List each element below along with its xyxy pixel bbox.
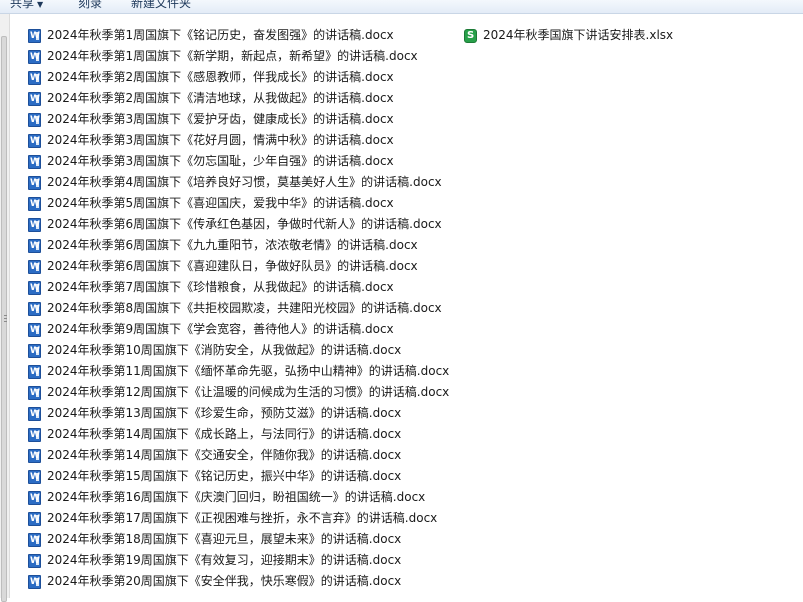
- word-doc-icon: [28, 259, 41, 274]
- excel-sheet-icon: [464, 28, 477, 43]
- word-doc-icon: [28, 364, 41, 379]
- word-doc-icon: [28, 196, 41, 211]
- file-name: 2024年秋季第6周国旗下《九九重阳节，浓浓敬老情》的讲话稿.docx: [47, 238, 418, 252]
- file-item[interactable]: 2024年秋季第14周国旗下《成长路上，与法同行》的讲话稿.docx: [28, 424, 449, 445]
- file-name: 2024年秋季第1周国旗下《铭记历史，奋发图强》的讲话稿.docx: [47, 28, 394, 42]
- file-item[interactable]: 2024年秋季第6周国旗下《九九重阳节，浓浓敬老情》的讲话稿.docx: [28, 235, 449, 256]
- file-item[interactable]: 2024年秋季第14周国旗下《交通安全，伴随你我》的讲话稿.docx: [28, 445, 449, 466]
- word-doc-icon: [28, 217, 41, 232]
- file-item[interactable]: 2024年秋季第3周国旗下《勿忘国耻，少年自强》的讲话稿.docx: [28, 151, 449, 172]
- file-item[interactable]: 2024年秋季国旗下讲话安排表.xlsx: [464, 25, 673, 46]
- new-folder-button[interactable]: 新建文件夹: [131, 0, 191, 12]
- word-doc-icon: [28, 343, 41, 358]
- command-bar: 共享 ▼ 刻录 新建文件夹: [0, 0, 803, 14]
- word-doc-icon: [28, 49, 41, 64]
- file-name: 2024年秋季第19周国旗下《有效复习，迎接期末》的讲话稿.docx: [47, 553, 402, 567]
- file-item[interactable]: 2024年秋季第20周国旗下《安全伴我，快乐寒假》的讲话稿.docx: [28, 571, 449, 592]
- file-name: 2024年秋季第10周国旗下《消防安全，从我做起》的讲话稿.docx: [47, 343, 402, 357]
- file-name: 2024年秋季第7周国旗下《珍惜粮食，从我做起》的讲话稿.docx: [47, 280, 394, 294]
- file-name: 2024年秋季第11周国旗下《缅怀革命先驱，弘扬中山精神》的讲话稿.docx: [47, 364, 450, 378]
- file-name: 2024年秋季第14周国旗下《成长路上，与法同行》的讲话稿.docx: [47, 427, 402, 441]
- share-label: 共享: [10, 0, 35, 10]
- file-name: 2024年秋季第18周国旗下《喜迎元旦，展望未来》的讲话稿.docx: [47, 532, 402, 546]
- word-doc-icon: [28, 28, 41, 43]
- file-item[interactable]: 2024年秋季第5周国旗下《喜迎国庆，爱我中华》的讲话稿.docx: [28, 193, 449, 214]
- file-name: 2024年秋季第3周国旗下《花好月圆，情满中秋》的讲话稿.docx: [47, 133, 394, 147]
- file-name: 2024年秋季第1周国旗下《新学期，新起点，新希望》的讲话稿.docx: [47, 49, 418, 63]
- file-name: 2024年秋季第6周国旗下《传承红色基因，争做时代新人》的讲话稿.docx: [47, 217, 442, 231]
- file-name: 2024年秋季第14周国旗下《交通安全，伴随你我》的讲话稿.docx: [47, 448, 402, 462]
- burn-button[interactable]: 刻录: [78, 0, 102, 12]
- word-doc-icon: [28, 490, 41, 505]
- file-item[interactable]: 2024年秋季第13周国旗下《珍爱生命，预防艾滋》的讲话稿.docx: [28, 403, 449, 424]
- file-item[interactable]: 2024年秋季第16周国旗下《庆澳门回归，盼祖国统一》的讲话稿.docx: [28, 487, 449, 508]
- word-doc-icon: [28, 238, 41, 253]
- file-name: 2024年秋季第4周国旗下《培养良好习惯，莫基美好人生》的讲话稿.docx: [47, 175, 442, 189]
- word-doc-icon: [28, 91, 41, 106]
- word-doc-icon: [28, 301, 41, 316]
- file-item[interactable]: 2024年秋季第2周国旗下《清洁地球，从我做起》的讲话稿.docx: [28, 88, 449, 109]
- word-doc-icon: [28, 574, 41, 589]
- burn-label: 刻录: [78, 0, 103, 10]
- file-name: 2024年秋季第20周国旗下《安全伴我，快乐寒假》的讲话稿.docx: [47, 574, 402, 588]
- file-item[interactable]: 2024年秋季第7周国旗下《珍惜粮食，从我做起》的讲话稿.docx: [28, 277, 449, 298]
- chevron-down-icon: ▼: [37, 0, 44, 9]
- file-name: 2024年秋季第17周国旗下《正视困难与挫折，永不言弃》的讲话稿.docx: [47, 511, 438, 525]
- grip-line-icon: [4, 318, 7, 319]
- word-doc-icon: [28, 280, 41, 295]
- file-name: 2024年秋季第12周国旗下《让温暖的问候成为生活的习惯》的讲话稿.docx: [47, 385, 450, 399]
- word-doc-icon: [28, 322, 41, 337]
- vertical-scrollbar[interactable]: [0, 14, 10, 602]
- file-item[interactable]: 2024年秋季第8周国旗下《共拒校园欺凌，共建阳光校园》的讲话稿.docx: [28, 298, 449, 319]
- file-item[interactable]: 2024年秋季第2周国旗下《感恩教师，伴我成长》的讲话稿.docx: [28, 67, 449, 88]
- new-folder-label: 新建文件夹: [131, 0, 192, 10]
- word-doc-icon: [28, 175, 41, 190]
- file-item[interactable]: 2024年秋季第1周国旗下《铭记历史，奋发图强》的讲话稿.docx: [28, 25, 449, 46]
- file-list-column-1: 2024年秋季第1周国旗下《铭记历史，奋发图强》的讲话稿.docx 2024年秋季…: [28, 25, 449, 592]
- file-name: 2024年秋季第6周国旗下《喜迎建队日，争做好队员》的讲话稿.docx: [47, 259, 418, 273]
- file-item[interactable]: 2024年秋季第11周国旗下《缅怀革命先驱，弘扬中山精神》的讲话稿.docx: [28, 361, 449, 382]
- word-doc-icon: [28, 154, 41, 169]
- file-name: 2024年秋季国旗下讲话安排表.xlsx: [483, 28, 674, 42]
- file-name: 2024年秋季第13周国旗下《珍爱生命，预防艾滋》的讲话稿.docx: [47, 406, 402, 420]
- word-doc-icon: [28, 406, 41, 421]
- file-list-column-2: 2024年秋季国旗下讲话安排表.xlsx: [464, 25, 673, 46]
- word-doc-icon: [28, 427, 41, 442]
- file-item[interactable]: 2024年秋季第17周国旗下《正视困难与挫折，永不言弃》的讲话稿.docx: [28, 508, 449, 529]
- file-name: 2024年秋季第15周国旗下《铭记历史，振兴中华》的讲话稿.docx: [47, 469, 402, 483]
- file-name: 2024年秋季第5周国旗下《喜迎国庆，爱我中华》的讲话稿.docx: [47, 196, 394, 210]
- file-name: 2024年秋季第3周国旗下《爱护牙齿，健康成长》的讲话稿.docx: [47, 112, 394, 126]
- file-name: 2024年秋季第16周国旗下《庆澳门回归，盼祖国统一》的讲话稿.docx: [47, 490, 426, 504]
- scrollbar-thumb[interactable]: [1, 36, 7, 602]
- grip-line-icon: [4, 315, 7, 316]
- file-name: 2024年秋季第2周国旗下《感恩教师，伴我成长》的讲话稿.docx: [47, 70, 394, 84]
- file-item[interactable]: 2024年秋季第19周国旗下《有效复习，迎接期末》的讲话稿.docx: [28, 550, 449, 571]
- grip-line-icon: [4, 321, 7, 322]
- file-name: 2024年秋季第8周国旗下《共拒校园欺凌，共建阳光校园》的讲话稿.docx: [47, 301, 442, 315]
- word-doc-icon: [28, 553, 41, 568]
- share-button[interactable]: 共享 ▼: [10, 0, 43, 12]
- file-item[interactable]: 2024年秋季第18周国旗下《喜迎元旦，展望未来》的讲话稿.docx: [28, 529, 449, 550]
- file-item[interactable]: 2024年秋季第6周国旗下《传承红色基因，争做时代新人》的讲话稿.docx: [28, 214, 449, 235]
- word-doc-icon: [28, 112, 41, 127]
- file-item[interactable]: 2024年秋季第15周国旗下《铭记历史，振兴中华》的讲话稿.docx: [28, 466, 449, 487]
- file-name: 2024年秋季第2周国旗下《清洁地球，从我做起》的讲话稿.docx: [47, 91, 394, 105]
- word-doc-icon: [28, 70, 41, 85]
- file-item[interactable]: 2024年秋季第4周国旗下《培养良好习惯，莫基美好人生》的讲话稿.docx: [28, 172, 449, 193]
- file-name: 2024年秋季第9周国旗下《学会宽容，善待他人》的讲话稿.docx: [47, 322, 394, 336]
- word-doc-icon: [28, 448, 41, 463]
- word-doc-icon: [28, 469, 41, 484]
- file-item[interactable]: 2024年秋季第3周国旗下《爱护牙齿，健康成长》的讲话稿.docx: [28, 109, 449, 130]
- file-item[interactable]: 2024年秋季第9周国旗下《学会宽容，善待他人》的讲话稿.docx: [28, 319, 449, 340]
- word-doc-icon: [28, 511, 41, 526]
- file-item[interactable]: 2024年秋季第3周国旗下《花好月圆，情满中秋》的讲话稿.docx: [28, 130, 449, 151]
- word-doc-icon: [28, 133, 41, 148]
- file-item[interactable]: 2024年秋季第1周国旗下《新学期，新起点，新希望》的讲话稿.docx: [28, 46, 449, 67]
- word-doc-icon: [28, 385, 41, 400]
- file-item[interactable]: 2024年秋季第12周国旗下《让温暖的问候成为生活的习惯》的讲话稿.docx: [28, 382, 449, 403]
- word-doc-icon: [28, 532, 41, 547]
- file-item[interactable]: 2024年秋季第6周国旗下《喜迎建队日，争做好队员》的讲话稿.docx: [28, 256, 449, 277]
- file-name: 2024年秋季第3周国旗下《勿忘国耻，少年自强》的讲话稿.docx: [47, 154, 394, 168]
- file-item[interactable]: 2024年秋季第10周国旗下《消防安全，从我做起》的讲话稿.docx: [28, 340, 449, 361]
